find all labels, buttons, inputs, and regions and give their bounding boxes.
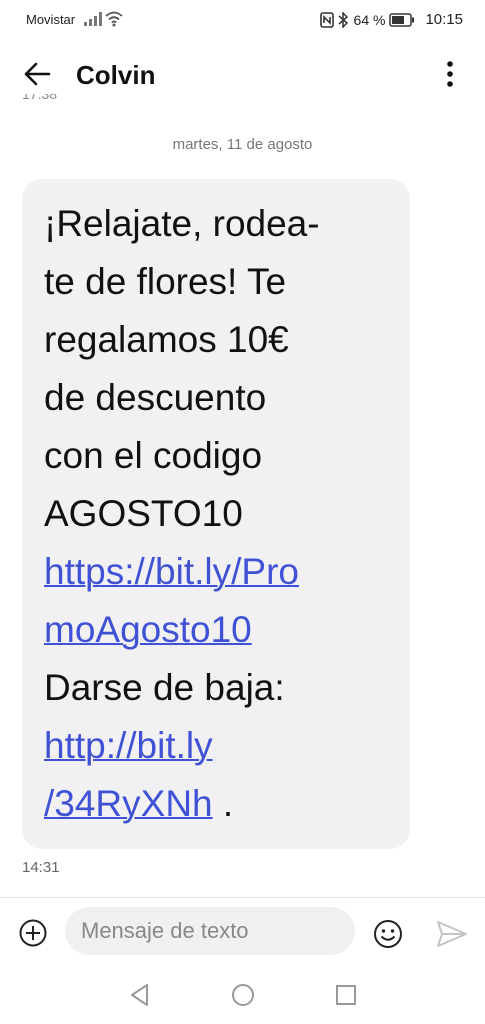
- send-icon[interactable]: [436, 920, 468, 948]
- contact-name: Colvin: [76, 60, 156, 90]
- nav-back-icon[interactable]: [127, 982, 153, 1008]
- message-line: regalamos 10€: [44, 319, 289, 360]
- promo-link-line: moAgosto10: [44, 601, 384, 659]
- date-separator: martes, 11 de agosto: [172, 136, 313, 153]
- bluetooth-icon: [338, 11, 348, 28]
- input-divider: [0, 897, 485, 898]
- nfc-icon: [319, 11, 334, 28]
- wifi-icon: [105, 11, 123, 27]
- nav-home-icon[interactable]: [230, 982, 256, 1008]
- carrier-name: Movistar: [26, 12, 76, 27]
- message-line: AGOSTO10: [44, 493, 243, 534]
- previous-message-time: 17:38: [22, 94, 58, 102]
- message-line: ¡Relajate, rodea-: [44, 203, 320, 244]
- message-bubble[interactable]: ¡Relajate, rodea- te de flores! Te regal…: [22, 179, 410, 849]
- navigation-bar: [0, 965, 485, 1024]
- message-text: ¡Relajate, rodea- te de flores! Te regal…: [44, 195, 384, 833]
- emoji-icon[interactable]: [372, 918, 404, 950]
- back-arrow-icon[interactable]: [22, 59, 52, 89]
- message-line: con el codigo: [44, 435, 263, 476]
- signal-icon: [84, 12, 102, 26]
- unsubscribe-link-line: /34RyXNh .: [44, 775, 384, 833]
- trailing-period: .: [212, 783, 234, 824]
- promo-link-line: https://bit.ly/Pro: [44, 543, 384, 601]
- nav-recent-apps-icon[interactable]: [333, 982, 359, 1008]
- unsubscribe-link[interactable]: http://bit.ly: [44, 725, 213, 766]
- message-time: 14:31: [22, 859, 60, 876]
- unsubscribe-label: Darse de baja:: [44, 667, 285, 708]
- promo-link[interactable]: moAgosto10: [44, 609, 252, 650]
- add-attachment-icon[interactable]: [18, 918, 48, 948]
- more-options-icon[interactable]: [435, 58, 465, 90]
- status-right: 64 % 10:15: [319, 11, 463, 28]
- battery-icon: [389, 12, 415, 27]
- unsubscribe-link-line: http://bit.ly: [44, 717, 384, 775]
- promo-link[interactable]: https://bit.ly/Pro: [44, 551, 299, 592]
- clock: 10:15: [425, 11, 463, 28]
- message-line: te de flores! Te: [44, 261, 287, 302]
- battery-percentage: 64 %: [353, 11, 386, 28]
- status-bar: Movistar 64 % 10:15: [0, 0, 485, 40]
- message-input[interactable]: [65, 907, 355, 955]
- unsubscribe-link[interactable]: /34RyXNh: [44, 783, 213, 824]
- message-line: de descuento: [44, 377, 267, 418]
- conversation-header: Colvin: [0, 50, 485, 100]
